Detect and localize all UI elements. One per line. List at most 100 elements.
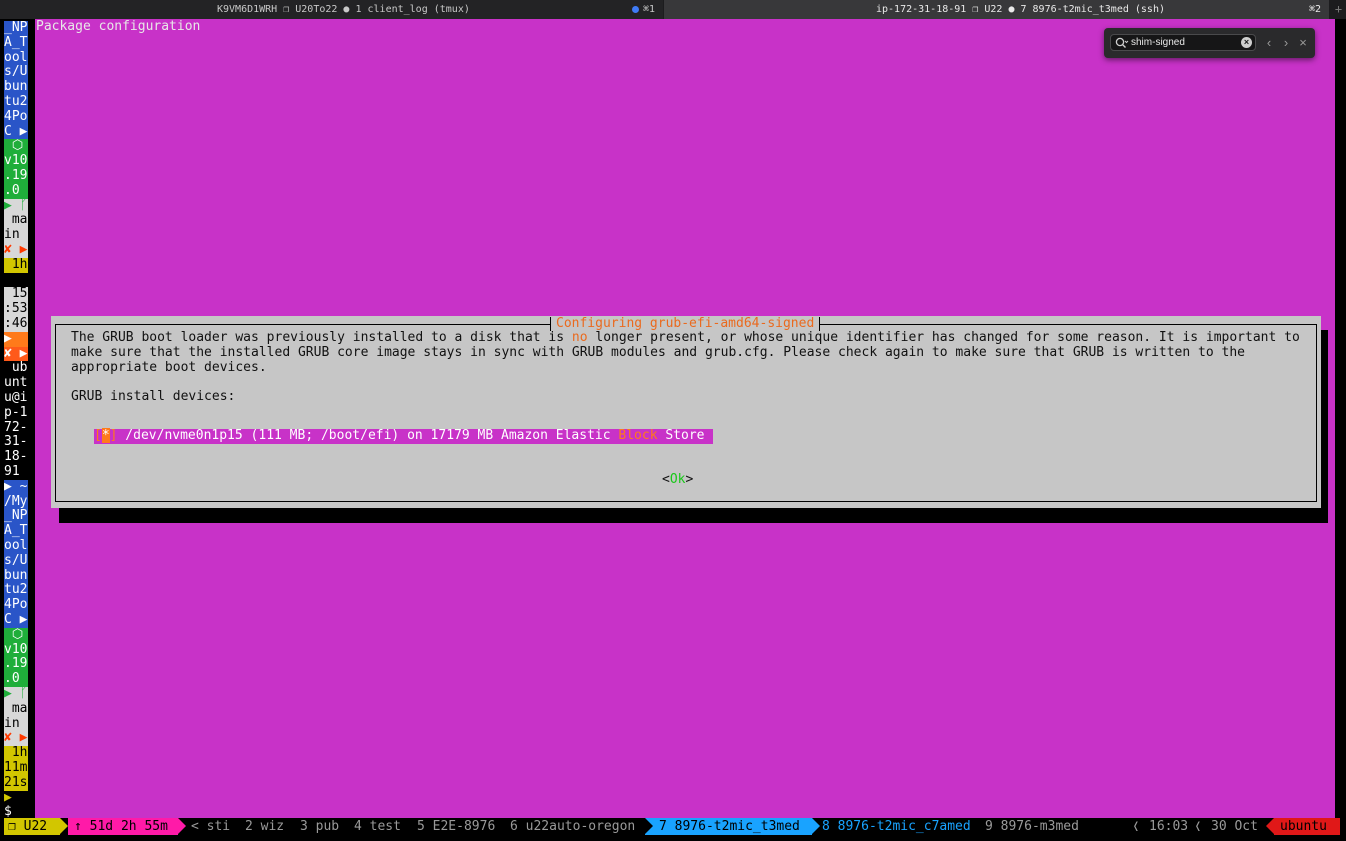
- left-pane-line: ▶: [4, 790, 28, 806]
- find-close-button[interactable]: ×: [1296, 34, 1310, 51]
- ok-bracket: <: [662, 472, 670, 487]
- left-pane-line: ▶: [4, 331, 28, 347]
- status-hostname: ubuntu: [1274, 818, 1340, 835]
- session-name: ❐ U22: [4, 818, 60, 835]
- left-pane-line: A_T: [4, 35, 28, 51]
- ok-bracket: >: [685, 472, 694, 487]
- tab-shortcut: ⌘2: [1308, 4, 1321, 15]
- dialog-frame: Configuring grub-efi-amd64-signed The GR…: [55, 316, 1317, 502]
- grub-config-dialog: Configuring grub-efi-amd64-signed The GR…: [51, 316, 1321, 508]
- left-pane-line: 21s: [4, 775, 28, 791]
- left-pane-line: s/U: [4, 65, 28, 81]
- new-tab-button[interactable]: +: [1331, 0, 1346, 19]
- left-pane-line: ub: [4, 361, 28, 377]
- device-label-highlight: Block: [618, 428, 658, 443]
- left-pane-line: bun: [4, 568, 28, 584]
- left-pane-line: .0: [4, 183, 28, 199]
- tmux-window-4[interactable]: 4 test: [354, 818, 401, 835]
- left-pane-line: 31-: [4, 435, 28, 451]
- clear-search-icon[interactable]: ×: [1241, 37, 1252, 48]
- dialog-text-part: The GRUB boot loader was previously inst…: [71, 330, 572, 345]
- left-pane-line: /My: [4, 494, 28, 510]
- left-pane-line: ✘ ▶: [4, 346, 28, 362]
- left-pane-line: 15: [4, 287, 28, 303]
- left-pane-line: ✘ ▶: [4, 731, 28, 747]
- left-pane-line: bun: [4, 80, 28, 95]
- left-pane-line: [4, 272, 28, 288]
- uptime-indicator: ↑ 51d 2h 55m: [68, 818, 178, 835]
- install-devices-prompt: GRUB install devices:: [71, 389, 236, 404]
- find-input[interactable]: shim-signed ×: [1110, 34, 1256, 51]
- left-tmux-pane[interactable]: _NP A_T ool s/U bun tu2 4Po C ▶ ⬡ v10.19.0 ▶ ᚴ ma…: [0, 19, 33, 821]
- left-pane-line: ▶ ᚴ: [4, 198, 28, 214]
- find-next-button[interactable]: ›: [1279, 34, 1293, 51]
- left-pane-line: .19: [4, 169, 28, 184]
- left-pane-line: 91: [4, 465, 28, 480]
- find-previous-button[interactable]: ‹: [1262, 34, 1276, 51]
- tab-client-log[interactable]: K9VM6D1WRH ❐ U20To22 ● 1 client_log (tmu…: [0, 0, 663, 19]
- left-pane-line: tu2: [4, 583, 28, 599]
- left-pane-line: ▶ ᚴ: [4, 687, 28, 702]
- left-pane-line: C ▶: [4, 613, 28, 628]
- tab-ssh-session[interactable]: ip-172-31-18-91 ❐ U22 ● 7 8976-t2mic_t3m…: [664, 0, 1329, 19]
- activity-dot-icon: [631, 5, 639, 13]
- tmux-window-1[interactable]: < sti: [191, 818, 230, 835]
- tmux-window-8[interactable]: 8 8976-t2mic_c7amed: [822, 818, 971, 835]
- left-pane-line: p-1: [4, 405, 28, 421]
- dialog-text-line: appropriate boot devices.: [71, 360, 267, 375]
- left-pane-line: ma: [4, 701, 28, 717]
- left-pane-line: ✘ ▶: [4, 243, 28, 258]
- left-pane-line: .19: [4, 657, 28, 673]
- date-separator: ❬: [1194, 819, 1202, 834]
- powerline-arrow: [812, 818, 820, 834]
- tmux-window-5[interactable]: 5 E2E-8976: [417, 818, 495, 835]
- left-pane-line: v10: [4, 154, 28, 169]
- dialog-text-line: make sure that the installed GRUB core i…: [71, 345, 1245, 360]
- powerline-arrow: [645, 818, 653, 834]
- tab-shortcut-label: ⌘1: [642, 4, 655, 15]
- left-pane-line: _NP: [4, 509, 28, 525]
- left-pane-line: unt: [4, 376, 28, 391]
- left-pane-line: 4Po: [4, 598, 28, 613]
- ok-button[interactable]: <Ok>: [662, 472, 694, 488]
- left-pane-line: ⬡: [4, 627, 28, 643]
- tab-title: ip-172-31-18-91 ❐ U22 ● 7 8976-t2mic_t3m…: [876, 4, 1165, 15]
- dialog-text-part: longer present, or whose unique identifi…: [587, 330, 1300, 345]
- find-bar: shim-signed × ‹ › ×: [1104, 28, 1315, 58]
- left-pane-line: v10: [4, 642, 28, 658]
- left-pane-line: 72-: [4, 420, 28, 436]
- left-pane-line: ⬡: [4, 139, 28, 155]
- pane-divider[interactable]: [31, 19, 33, 818]
- checkbox-mark-icon[interactable]: *: [101, 428, 110, 443]
- left-pane-line: 4Po: [4, 109, 28, 125]
- powerline-arrow: [178, 818, 186, 834]
- left-pane-line: in: [4, 228, 28, 243]
- package-configuration-header: Package configuration: [36, 19, 201, 34]
- tmux-window-3[interactable]: 3 pub: [300, 818, 339, 835]
- install-device-checkbox-item[interactable]: [*] /dev/nvme0n1p15 (111 MB; /boot/efi) …: [94, 428, 713, 444]
- left-pane-line: 1h: [4, 257, 28, 273]
- powerline-arrow: [1266, 818, 1274, 834]
- time-separator: ❬: [1132, 819, 1140, 834]
- find-query: shim-signed: [1131, 37, 1185, 48]
- tab-shortcut: ⌘1: [631, 0, 655, 19]
- left-pane-line: 11m: [4, 761, 28, 776]
- status-date: 30 Oct: [1211, 819, 1258, 834]
- device-label: /dev/nvme0n1p15 (111 MB; /boot/efi) on 1…: [117, 428, 619, 443]
- left-pane-line: ool: [4, 539, 28, 554]
- left-pane-line: C ▶: [4, 124, 28, 140]
- left-pane-line: 1h: [4, 746, 28, 761]
- status-time: 16:03: [1149, 819, 1189, 834]
- tmux-status-bar: ❐ U22 ↑ 51d 2h 55m < sti 2 wiz 3 pub 4 t…: [0, 818, 1346, 835]
- tab-bar: K9VM6D1WRH ❐ U20To22 ● 1 client_log (tmu…: [0, 0, 1346, 19]
- tmux-window-active[interactable]: 7 8976-t2mic_t3med: [645, 818, 812, 835]
- left-pane-line: in: [4, 716, 28, 732]
- left-pane-line: :46: [4, 317, 28, 332]
- left-pane-line: tu2: [4, 95, 28, 110]
- left-pane-line: A_T: [4, 524, 28, 539]
- tmux-window-6[interactable]: 6 u22auto-oregon: [510, 818, 635, 835]
- tmux-window-9[interactable]: 9 8976-m3med: [985, 818, 1079, 835]
- left-pane-line: .0: [4, 672, 28, 687]
- tmux-window-2[interactable]: 2 wiz: [245, 818, 284, 835]
- left-pane-line: s/U: [4, 553, 28, 569]
